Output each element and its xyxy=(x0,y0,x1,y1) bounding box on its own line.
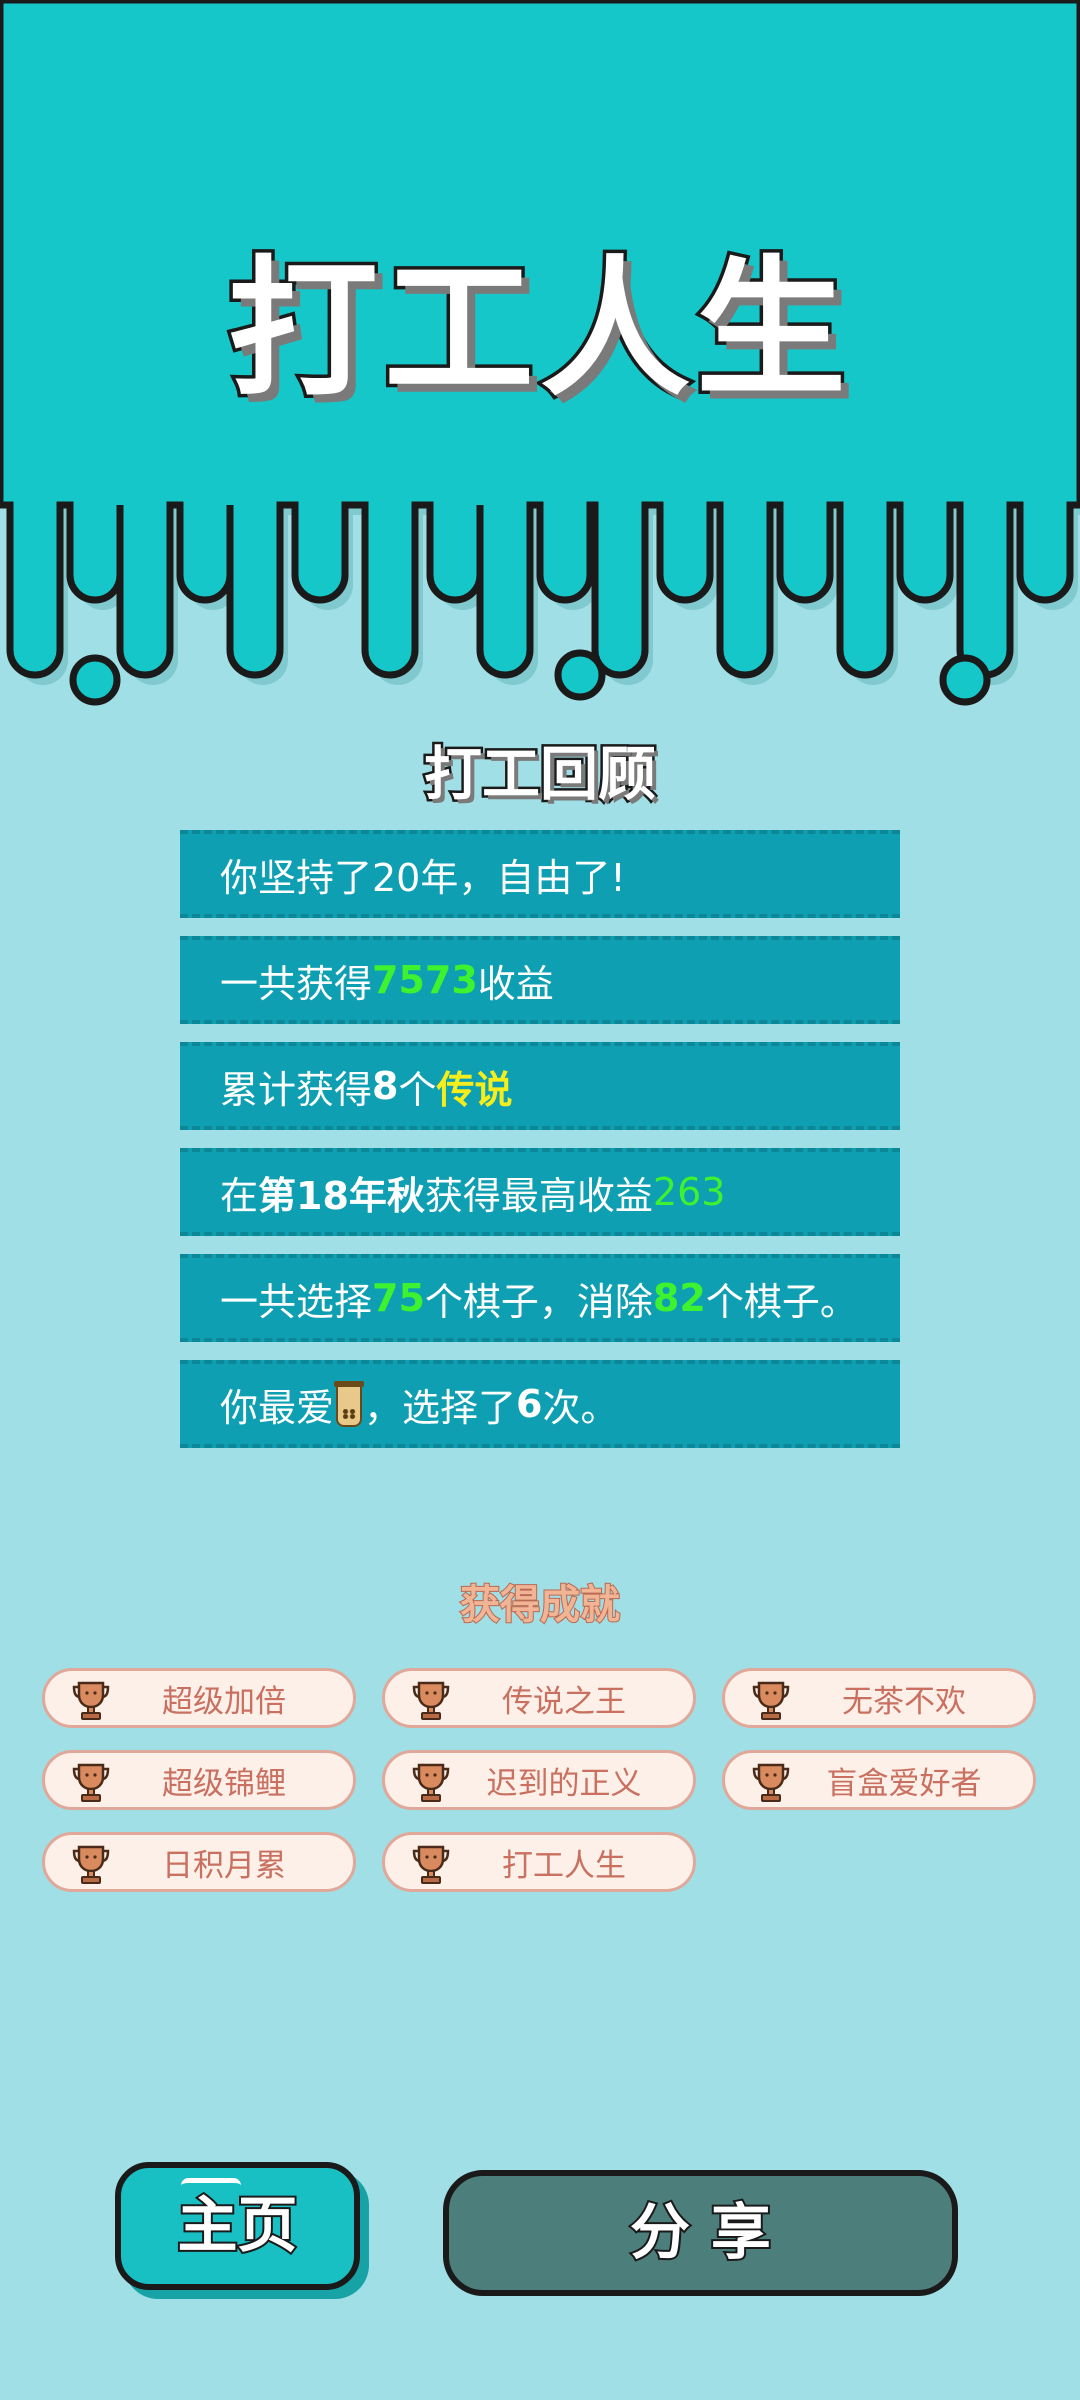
trophy-icon xyxy=(412,1763,450,1802)
achievement-badge: 超级锦鲤 xyxy=(42,1750,356,1810)
stat-pieces: 一共选择 75 个棋子，消除 82 个棋子。 xyxy=(180,1254,900,1342)
share-button[interactable]: 分 享 xyxy=(443,2170,958,2296)
drip-dot xyxy=(554,649,606,701)
achievement-badge: 打工人生 xyxy=(382,1832,696,1892)
achievement-badge: 传说之王 xyxy=(382,1668,696,1728)
stat-years: 你坚持了20年，自由了! xyxy=(180,830,900,918)
trophy-icon xyxy=(752,1681,790,1720)
achievement-badge: 迟到的正义 xyxy=(382,1750,696,1810)
achievement-badge: 日积月累 xyxy=(42,1832,356,1892)
drip-dot xyxy=(939,654,991,706)
trophy-icon xyxy=(72,1845,110,1884)
stat-total-income: 一共获得 7573 收益 xyxy=(180,936,900,1024)
trophy-icon xyxy=(72,1763,110,1802)
drip-dot xyxy=(69,654,121,706)
stat-favorite: 你最爱 ，选择了 6 次。 xyxy=(180,1360,900,1448)
game-title: 打工人生 xyxy=(224,243,852,417)
achievement-badge: 盲盒爱好者 xyxy=(722,1750,1036,1810)
income-value: 7573 xyxy=(372,958,478,1002)
review-heading: 打工回顾 xyxy=(421,740,658,808)
milk-tea-cup-icon xyxy=(334,1381,365,1427)
stat-best-season: 在 第18年秋 获得最高收益 263 xyxy=(180,1148,900,1236)
trophy-icon xyxy=(72,1681,110,1720)
trophy-icon xyxy=(412,1681,450,1720)
trophy-icon xyxy=(752,1763,790,1802)
achievements-heading: 获得成就 xyxy=(459,1582,621,1628)
achievement-badge: 无茶不欢 xyxy=(722,1668,1036,1728)
trophy-icon xyxy=(412,1845,450,1884)
achievement-badge: 超级加倍 xyxy=(42,1668,356,1728)
stat-legends: 累计获得 8 个传说 xyxy=(180,1042,900,1130)
home-button[interactable]: 主页 xyxy=(115,2162,360,2290)
